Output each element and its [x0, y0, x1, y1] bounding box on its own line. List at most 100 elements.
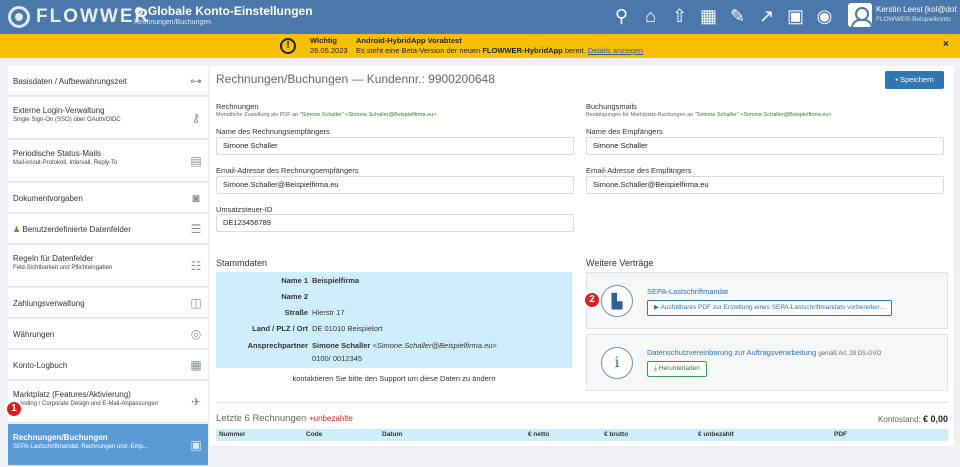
buchungsmails-sub-email: "Simone Schaller" <Simone.Schaller@Beisp…	[694, 112, 832, 118]
col-pdf: PDF	[834, 431, 847, 438]
sidebar-item-waehrungen[interactable]: Währungen ◎	[8, 319, 208, 349]
col-nummer: Nummer	[219, 431, 246, 438]
banner-text: Es steht eine Beta-Version der neuen	[356, 46, 483, 55]
stamm-value: Hierstr 17	[312, 308, 345, 317]
ds-suffix: gemäß Art. 28 DS-GVO	[818, 351, 882, 357]
invoice-icon: ▣	[190, 437, 202, 452]
sidebar-item-logbuch[interactable]: Konto-Logbuch ▦	[8, 350, 208, 380]
sidebar-item-status-mails[interactable]: Periodische Status-Mails Mail-in/out-Prot…	[8, 140, 208, 182]
chart-icon[interactable]: ↗	[755, 5, 778, 28]
search-icon[interactable]: ⚲	[610, 5, 633, 28]
info-icon: i	[601, 347, 633, 379]
sidebar-item-zahlungsverwaltung[interactable]: Zahlungsverwaltung ◫	[8, 288, 208, 318]
user-menu[interactable]: Kerstin Leest [kol@dot FLOWWER-Beispielk…	[848, 3, 957, 27]
download-label: Herunterladen	[658, 365, 700, 372]
ust-label: Umsatzsteuer-ID	[216, 205, 273, 214]
sidebar-item-label: Dokumentvorgaben	[13, 194, 83, 203]
invoices-title-text: Letzte 6 Rechnungen	[216, 413, 307, 424]
rocket-icon: ✈	[190, 394, 202, 409]
sidebar-item-dokumentvorgaben[interactable]: Dokumentvorgaben ◙	[8, 183, 208, 213]
contact-email: <Simone.Schaller@Beispielfirma.eu>	[372, 341, 497, 350]
col-code: Code	[306, 431, 323, 438]
sepa-button-label: Ausfüllbares PDF zur Erstellung eines SE…	[660, 304, 886, 311]
datenschutz-card: i Datenschutzvereinbarung zur Auftragsve…	[586, 334, 948, 391]
stamm-row: Ansprechpartner Simone Schaller <Simone.S…	[216, 339, 572, 353]
save-icon: ▪	[895, 75, 898, 84]
announcement-banner: ! Wichtig 26.05.2023 Android-HybridApp V…	[0, 34, 960, 58]
sidebar-item-marktplatz[interactable]: Marktplatz (Features/Aktivierung) Brandin…	[8, 381, 208, 423]
rechnungen-name-input[interactable]: Simone Schaller	[216, 137, 574, 155]
stamm-key: Land / PLZ / Ort	[252, 324, 308, 333]
sidebar-item-sub: Branding / Corporate Design und E-Mail-A…	[13, 401, 159, 407]
buchungsmails-email-input[interactable]: Simone.Schaller@Beispielfirma.eu	[586, 176, 944, 194]
stamm-value: Beispielfirma	[312, 276, 360, 285]
download-button[interactable]: ⤓ Herunterladen	[647, 361, 707, 377]
sidebar-item-label: Rechnungen/Buchungen	[13, 433, 108, 442]
save-button[interactable]: ▪ Speichern	[885, 71, 944, 89]
stamm-row: Straße Hierstr 17	[216, 306, 572, 320]
warning-icon: !	[280, 38, 296, 54]
rechnungen-sub-email: "Simone Schaller" <Simone.Schaller@Beisp…	[299, 112, 437, 118]
stamm-row: 0100/ 0012345	[216, 352, 572, 366]
stamm-row: Land / PLZ / Ort DE 01010 Beispielort	[216, 322, 572, 336]
sidebar-item-regeln[interactable]: Regeln für Datenfelder Feld-Sichtbarkeit …	[8, 245, 208, 287]
close-icon[interactable]: ×	[943, 39, 949, 50]
details-link[interactable]: Details anzeigen	[588, 46, 643, 55]
ds-title-text: Datenschutzvereinbarung zur Auftragsvera…	[647, 348, 817, 357]
buchungsmails-label: Buchungsmails	[586, 102, 637, 111]
stamm-key: Name 1	[281, 276, 308, 285]
sidebar-item-label: Externe Login-Verwaltung	[13, 106, 105, 115]
vertraege-title: Weitere Verträge	[586, 258, 654, 268]
stamm-value: DE 01010 Beispielort	[312, 324, 383, 333]
image-icon[interactable]: ▣	[784, 5, 807, 28]
col-unbezahlt: € unbezahlt	[698, 431, 734, 438]
balance-label: Kontostand:	[878, 415, 921, 424]
flowwer-logo[interactable]: FLOWWER	[8, 6, 150, 28]
coins-icon: ◎	[190, 326, 202, 341]
sidebar-item-label: Regeln für Datenfelder	[13, 254, 94, 263]
download-icon: ⤓	[654, 365, 657, 372]
sidebar-item-label: Konto-Logbuch	[13, 361, 68, 370]
banner-title: Android-HybridApp Vorabtest	[356, 36, 462, 45]
sidebar-item-sub: Single Sign-On (SSO) über OAuth/OIDC	[13, 117, 121, 123]
buchungsmails-sub: Bestätigungen für Marktplatz-Buchungen a…	[586, 112, 832, 118]
ds-title: Datenschutzvereinbarung zur Auftragsvera…	[647, 348, 881, 357]
camera-icon[interactable]: ◉	[813, 5, 836, 28]
sidebar-item-label: Benutzerdefinierte Datenfelder	[22, 225, 131, 234]
stamm-key: Ansprechpartner	[247, 341, 308, 350]
sidebar-item-label: Basisdaten / Aufbewahrungszeit	[13, 77, 127, 86]
sepa-prepare-button[interactable]: ▶ Ausfüllbares PDF zur Erstellung eines …	[647, 300, 893, 316]
buchungsmails-name-input[interactable]: Simone Schaller	[586, 137, 944, 155]
page-title: Globale Konto-Einstellungen	[147, 4, 313, 18]
sidebar-item-label: Zahlungsverwaltung	[13, 299, 85, 308]
col-netto: € netto	[528, 431, 550, 438]
stammdaten-box: Name 1 Beispielfirma Name 2 Straße Hierstr…	[216, 272, 572, 368]
stamm-row: Name 2	[216, 290, 572, 304]
banner-content: Android-HybridApp Vorabtest Es steht ein…	[356, 36, 643, 56]
rechnungen-email-input[interactable]: Simone.Schaller@Beispielfirma.eu	[216, 176, 574, 194]
upload-icon[interactable]: ⇧	[668, 5, 691, 28]
home-icon[interactable]: ⌂	[639, 5, 662, 28]
sidebar-item-rechnungen[interactable]: Rechnungen/Buchungen SEPA-Lastschriftmand…	[8, 424, 208, 466]
sidebar-item-label: Periodische Status-Mails	[13, 149, 102, 158]
sidebar-item-externe-login[interactable]: Externe Login-Verwaltung Single Sign-On (…	[8, 97, 208, 139]
top-bar: FLOWWER ⚙ Globale Konto-Einstellungen Rec…	[0, 0, 960, 34]
checklist-icon: ☷	[190, 258, 202, 273]
user-company: FLOWWER-Beispielkonto	[876, 16, 951, 23]
money-icon: ◫	[190, 295, 202, 310]
step-badge-1: 1	[5, 400, 23, 418]
buchungsmails-sub-text: Bestätigungen für Marktplatz-Buchungen a…	[586, 112, 695, 118]
sidebar-item-datenfelder[interactable]: ♟ Benutzerdefinierte Datenfelder ☰	[8, 214, 208, 244]
mail-icon: ▤	[190, 153, 202, 168]
sidebar-item-basisdaten[interactable]: Basisdaten / Aufbewahrungszeit ⊶	[8, 66, 208, 96]
buchungsmails-email-label: Email-Adresse des Empfängers	[586, 166, 692, 175]
scan-icon[interactable]: ▦	[697, 5, 720, 28]
edit-icon[interactable]: ✎	[726, 5, 749, 28]
stamm-row: Name 1 Beispielfirma	[216, 274, 572, 288]
unpaid-link[interactable]: +unbezahlte	[309, 414, 353, 423]
invoice-table-header: Nummer Code Datum € netto € brutto € unb…	[216, 429, 948, 441]
ust-input[interactable]: DE123456789	[216, 214, 574, 232]
avatar[interactable]	[848, 3, 872, 27]
buchungsmails-name-label: Name des Empfängers	[586, 127, 663, 136]
page-heading: Rechnungen/Buchungen — Kundennr.: 990020…	[216, 72, 495, 86]
